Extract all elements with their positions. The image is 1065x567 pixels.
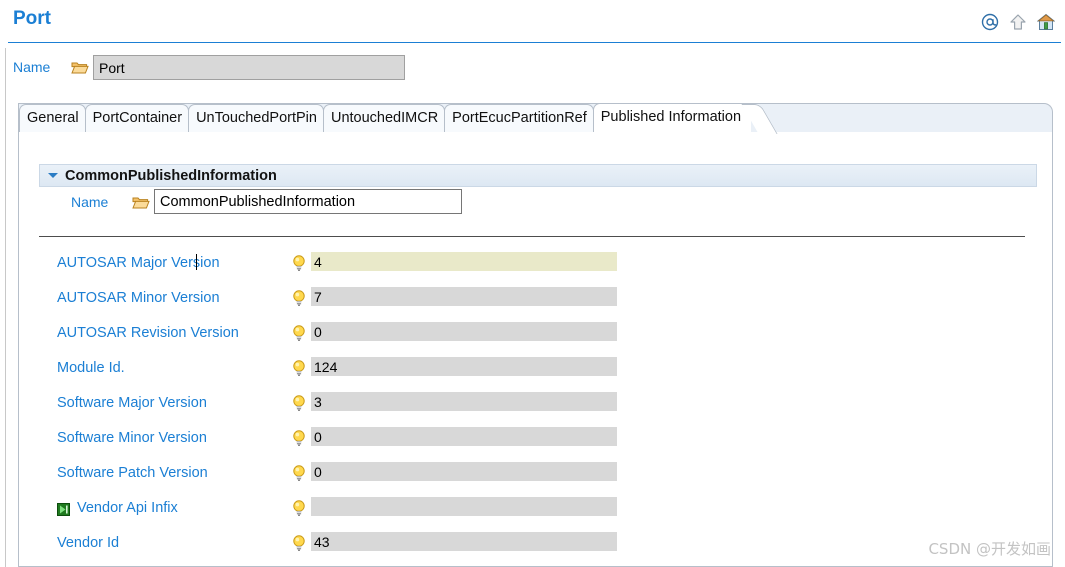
property-row: Vendor Api Infix (19, 492, 1054, 527)
property-label: Software Major Version (57, 395, 207, 411)
open-folder-icon[interactable] (71, 60, 89, 75)
header-divider (8, 42, 1061, 43)
chevron-down-icon[interactable] (48, 173, 58, 178)
lightbulb-icon[interactable] (291, 359, 307, 377)
page-left-border (5, 48, 6, 567)
property-input[interactable] (311, 392, 617, 411)
tab-untouchedimcr[interactable]: UntouchedIMCR (322, 104, 446, 132)
property-label: Module Id. (57, 360, 125, 376)
top-name-input[interactable] (93, 55, 405, 80)
lightbulb-icon[interactable] (291, 394, 307, 412)
page-title: Port (13, 8, 51, 29)
up-arrow-icon[interactable] (1009, 13, 1027, 31)
section-name-label: Name (71, 194, 109, 210)
watermark: CSDN @开发如画 (928, 540, 1051, 558)
property-input[interactable] (311, 532, 617, 551)
open-folder-icon[interactable] (132, 195, 150, 210)
tab-strip: General PortContainer UnTouchedPortPin U… (18, 103, 1053, 132)
property-row: Software Patch Version (19, 457, 1054, 492)
property-row: Software Minor Version (19, 422, 1054, 457)
tab-general[interactable]: General (19, 104, 86, 132)
property-label: Software Patch Version (57, 465, 208, 481)
lightbulb-icon[interactable] (291, 534, 307, 552)
tab-body: CommonPublishedInformation Name AUTOSAR … (18, 132, 1053, 567)
property-input[interactable] (311, 252, 617, 271)
lightbulb-icon[interactable] (291, 324, 307, 342)
tab-untouchedportpin[interactable]: UnTouchedPortPin (188, 104, 324, 132)
property-row: Software Major Version (19, 387, 1054, 422)
property-input[interactable] (311, 322, 617, 341)
property-label: AUTOSAR Revision Version (57, 325, 239, 341)
editor-page: Port Name Gen (0, 0, 1065, 567)
tab-portecucpartitionref[interactable]: PortEcucPartitionRef (444, 104, 594, 132)
section-title: CommonPublishedInformation (65, 167, 277, 184)
property-row: Module Id. (19, 352, 1054, 387)
form-header: Port (0, 0, 1065, 43)
property-input[interactable] (311, 462, 617, 481)
property-row: Vendor Id (19, 527, 1054, 562)
optional-green-icon (57, 503, 70, 516)
top-name-label: Name (13, 59, 51, 75)
lightbulb-icon[interactable] (291, 464, 307, 482)
property-label: Vendor Api Infix (77, 500, 178, 516)
property-label: Vendor Id (57, 535, 120, 551)
property-label: Software Minor Version (57, 430, 207, 446)
property-list: AUTOSAR Major Version AUTOSAR Minor Vers… (19, 247, 1054, 562)
home-icon[interactable] (1037, 13, 1055, 31)
section-name-input[interactable] (154, 189, 462, 214)
tab-published-information[interactable]: Published Information (592, 103, 752, 132)
property-row: AUTOSAR Major Version (19, 247, 1054, 282)
property-input[interactable] (311, 287, 617, 306)
lightbulb-icon[interactable] (291, 429, 307, 447)
tab-portcontainer[interactable]: PortContainer (84, 104, 190, 132)
text-caret (196, 254, 197, 270)
property-input[interactable] (311, 497, 617, 516)
top-name-row: Name (0, 52, 1065, 88)
header-icon-group (981, 13, 1055, 31)
section-name-row: Name (39, 188, 639, 218)
lightbulb-icon[interactable] (291, 289, 307, 307)
property-input[interactable] (311, 357, 617, 376)
lightbulb-icon[interactable] (291, 499, 307, 517)
section-commonpublishedinformation: CommonPublishedInformation (39, 164, 1037, 187)
section-header-bar[interactable]: CommonPublishedInformation (39, 164, 1037, 187)
tab-folder: General PortContainer UnTouchedPortPin U… (18, 103, 1053, 567)
property-row: AUTOSAR Revision Version (19, 317, 1054, 352)
lightbulb-icon[interactable] (291, 254, 307, 272)
property-input[interactable] (311, 427, 617, 446)
property-label: AUTOSAR Minor Version (57, 290, 220, 306)
at-link-icon[interactable] (981, 13, 999, 31)
section-divider (39, 236, 1025, 237)
property-row: AUTOSAR Minor Version (19, 282, 1054, 317)
